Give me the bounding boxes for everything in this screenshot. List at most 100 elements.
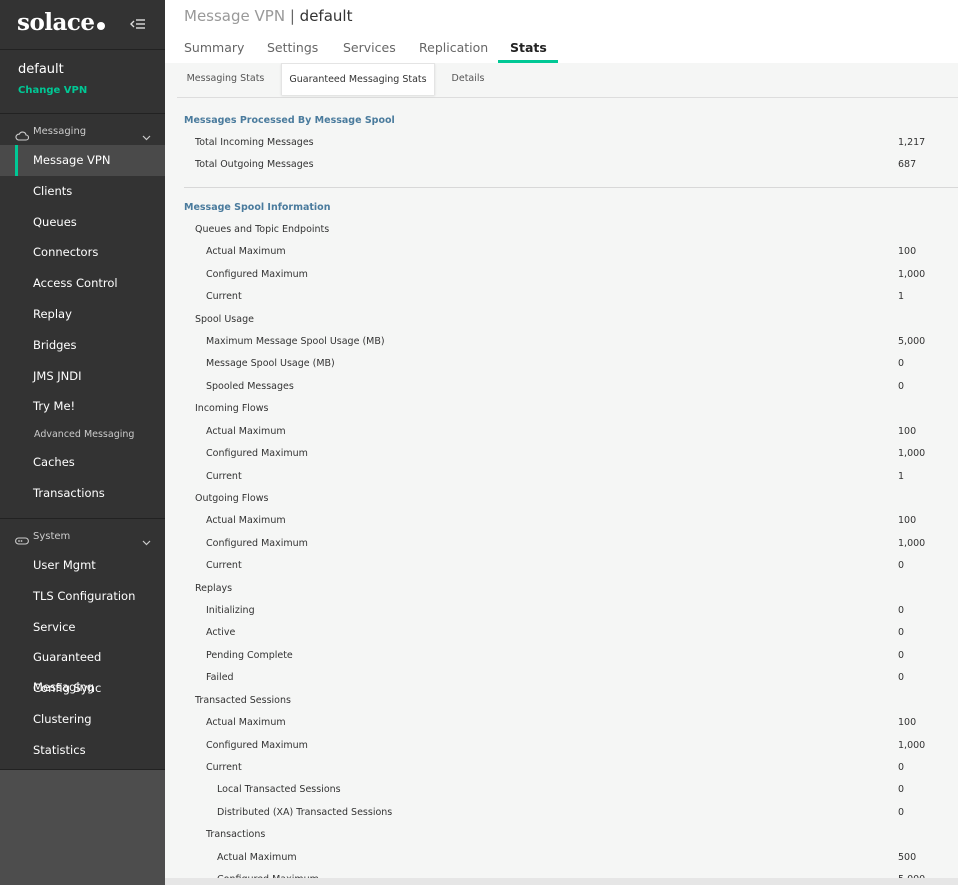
stat-label: Actual Maximum <box>217 851 297 863</box>
sidebar-item-caches[interactable]: Caches <box>0 447 165 478</box>
messaging-section-label: Messaging <box>33 126 87 137</box>
stat-row: Current 1 <box>165 469 958 485</box>
sidebar-item-config-sync[interactable]: Config Sync <box>0 673 165 704</box>
stat-row: Configured Maximum 1,000 <box>165 267 958 283</box>
stat-row: Current 0 <box>165 760 958 776</box>
chevron-down-icon <box>142 531 151 550</box>
stat-value: 687 <box>898 159 917 171</box>
sidebar-item-queues[interactable]: Queues <box>0 207 165 238</box>
stat-row: Actual Maximum 100 <box>165 244 958 260</box>
logo-text: solace <box>17 9 95 36</box>
stat-group-label: Transacted Sessions <box>195 694 291 706</box>
stat-group-label: Queues and Topic Endpoints <box>195 224 330 235</box>
stat-value: 500 <box>898 851 917 863</box>
subtab-details[interactable]: Details <box>444 63 492 95</box>
sidebar-item-try-me[interactable]: Try Me! <box>0 391 165 422</box>
stat-value: 1 <box>898 291 905 303</box>
stat-value: 0 <box>898 672 905 684</box>
sidebar-item-clients[interactable]: Clients <box>0 176 165 207</box>
stat-label: Current <box>206 761 242 773</box>
server-icon <box>15 531 29 550</box>
chevron-down-icon <box>142 126 151 145</box>
stat-row: Outgoing Flows <box>165 491 958 507</box>
sidebar-item-bridges[interactable]: Bridges <box>0 330 165 361</box>
sidebar-item-replay[interactable]: Replay <box>0 299 165 330</box>
stat-value: 100 <box>898 515 917 527</box>
sidebar-item-advanced-messaging: Advanced Messaging <box>34 429 135 441</box>
cloud-icon <box>15 126 30 145</box>
system-menu: User Mgmt TLS Configuration Service Guarant… <box>0 550 165 766</box>
sidebar-item-guaranteed-messaging[interactable]: Guaranteed Messaging <box>0 642 165 694</box>
tab-services[interactable]: Services <box>343 40 396 55</box>
stat-label: Current <box>206 470 242 482</box>
stat-value: 0 <box>898 649 905 661</box>
stat-label: Actual Maximum <box>206 717 286 729</box>
stat-value: 0 <box>898 761 905 773</box>
sidebar-item-access-control[interactable]: Access Control <box>0 268 165 299</box>
stat-group-label: Replays <box>195 582 233 594</box>
tab-settings[interactable]: Settings <box>267 40 318 55</box>
stat-row: Transacted Sessions <box>165 693 958 709</box>
stat-row: Actual Maximum 100 <box>165 424 958 440</box>
stat-value: 0 <box>898 358 905 370</box>
stat-row: Current 1 <box>165 289 958 305</box>
stat-label: Distributed (XA) Transacted Sessions <box>217 806 393 818</box>
tab-summary[interactable]: Summary <box>184 40 244 55</box>
stat-label: Configured Maximum <box>206 537 308 549</box>
stat-group-label: Incoming Flows <box>195 403 269 415</box>
system-section-label: System <box>33 531 71 542</box>
stat-row: Current 0 <box>165 558 958 574</box>
stat-row: Configured Maximum 1,000 <box>165 536 958 552</box>
stat-row: Configured Maximum 1,000 <box>165 446 958 462</box>
stat-label: Message Spool Usage (MB) <box>206 358 335 370</box>
sidebar-item-service[interactable]: Service <box>0 612 165 643</box>
tab-replication[interactable]: Replication <box>419 40 488 55</box>
stat-label: Actual Maximum <box>206 515 286 527</box>
sidebar-item-jms-jndi[interactable]: JMS JNDI <box>0 361 165 392</box>
stat-value: 1,000 <box>898 268 926 280</box>
subtab-messaging-stats[interactable]: Messaging Stats <box>177 63 274 95</box>
stat-label: Configured Maximum <box>206 448 308 460</box>
vpn-name: default <box>18 62 64 77</box>
stat-row: Actual Maximum 100 <box>165 513 958 529</box>
stat-row: Maximum Message Spool Usage (MB) 5,000 <box>165 334 958 350</box>
stat-label: Configured Maximum <box>206 739 308 751</box>
stat-group-label: Spool Usage <box>195 313 254 325</box>
stat-value: 1,217 <box>898 137 926 148</box>
stat-row: Total Outgoing Messages 687 <box>165 157 958 173</box>
stat-row: Actual Maximum 100 <box>165 715 958 731</box>
messaging-menu: Message VPN Clients Queues Connectors Access… <box>0 145 165 509</box>
sidebar-item-tls-configuration[interactable]: TLS Configuration <box>0 581 165 612</box>
stat-label: Total Incoming Messages <box>195 137 314 148</box>
subtab-guaranteed-messaging-stats[interactable]: Guaranteed Messaging Stats <box>281 63 435 95</box>
sidebar-item-clustering[interactable]: Clustering <box>0 704 165 735</box>
stat-value: 0 <box>898 605 905 617</box>
sidebar-item-connectors[interactable]: Connectors <box>0 237 165 268</box>
main-panel: Message VPN | default Summary Settings S… <box>165 0 958 885</box>
sidebar-item-transactions[interactable]: Transactions <box>0 478 165 509</box>
stat-row: Initializing 0 <box>165 603 958 619</box>
solace-logo: solace <box>17 9 105 36</box>
app-window: solace default Change VPN Messaging Mess… <box>0 0 958 885</box>
sidebar: solace default Change VPN Messaging Mess… <box>0 0 165 885</box>
system-section: System User Mgmt TLS Configuration Service… <box>0 519 165 770</box>
stat-row: Replays <box>165 581 958 597</box>
stat-label: Total Outgoing Messages <box>195 159 314 171</box>
change-vpn-link[interactable]: Change VPN <box>18 85 87 96</box>
stat-label: Active <box>206 627 236 639</box>
page-title-prefix: Message VPN <box>184 7 286 25</box>
sidebar-item-statistics[interactable]: Statistics <box>0 735 165 766</box>
stat-value: 5,000 <box>898 336 926 348</box>
system-section-header[interactable]: System <box>0 519 165 550</box>
collapse-sidebar-icon[interactable] <box>130 15 150 33</box>
stat-row: Configured Maximum 1,000 <box>165 738 958 754</box>
messaging-section-header[interactable]: Messaging <box>0 114 165 145</box>
stat-row: Queues and Topic Endpoints <box>165 222 958 238</box>
tab-stats[interactable]: Stats <box>510 40 547 55</box>
sidebar-item-message-vpn[interactable]: Message VPN <box>0 145 165 176</box>
stat-label: Actual Maximum <box>206 425 286 437</box>
stat-label: Configured Maximum <box>206 268 308 280</box>
stat-value: 0 <box>898 784 905 796</box>
stat-label: Local Transacted Sessions <box>217 784 341 796</box>
sidebar-item-user-mgmt[interactable]: User Mgmt <box>0 550 165 581</box>
